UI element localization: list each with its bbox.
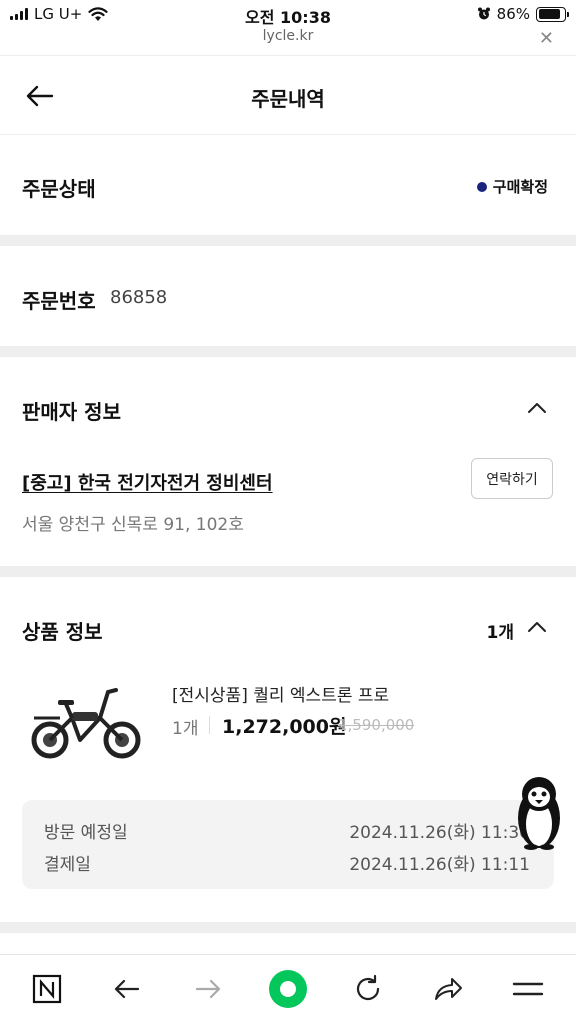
order-status-label: 주문상태 [22, 177, 96, 201]
product-price: 1,272,000원 [222, 716, 347, 738]
order-status-badge: 구매확정 [476, 176, 548, 197]
contact-button[interactable]: 연락하기 [471, 458, 553, 499]
order-number-value: 86858 [110, 287, 168, 308]
penguin-chat-icon[interactable] [514, 772, 564, 850]
payment-date-label: 결제일 [44, 855, 91, 875]
back-arrow-icon[interactable] [112, 974, 142, 1004]
green-dot-icon[interactable] [268, 969, 308, 1009]
product-count: 1개 [486, 623, 514, 643]
page-title: 주문내역 [251, 87, 325, 111]
share-button[interactable] [428, 969, 468, 1009]
product-name[interactable]: [전시상품] 퀄리 엑스트론 프로 [172, 681, 389, 706]
schedule-box: 방문 예정일 2024.11.26(화) 11:30 결제일 2024.11.2… [22, 800, 554, 889]
status-bar: LG U+ 오전 10:38 86% [0, 0, 576, 28]
product-original-price: 1,590,000 [338, 716, 415, 734]
url-bar[interactable]: lycle.kr ✕ [0, 28, 576, 52]
app-header: 주문내역 [0, 55, 576, 135]
forward-arrow-icon[interactable] [193, 974, 223, 1004]
section-divider [0, 922, 576, 933]
browser-toolbar [0, 954, 576, 1024]
refresh-button[interactable] [348, 969, 388, 1009]
product-section-title: 상품 정보 [22, 620, 103, 644]
back-button[interactable] [107, 969, 147, 1009]
battery-percent: 86% [496, 5, 530, 23]
chevron-up-icon[interactable] [526, 401, 548, 415]
status-right: 86% [477, 5, 569, 23]
section-divider [0, 235, 576, 246]
alarm-icon [477, 7, 490, 20]
refresh-icon[interactable] [353, 974, 383, 1004]
green-home-button[interactable] [268, 969, 308, 1009]
seller-name-link[interactable]: [중고] 한국 전기자전거 정비센터 [22, 469, 273, 495]
payment-date-value: 2024.11.26(화) 11:11 [349, 855, 530, 875]
menu-icon[interactable] [512, 974, 544, 1004]
seller-address: 서울 양천구 신목로 91, 102호 [22, 515, 244, 535]
product-qty: 1개 [172, 719, 199, 739]
visit-date-value: 2024.11.26(화) 11:30 [349, 823, 530, 843]
naver-n-button[interactable] [27, 969, 67, 1009]
section-divider [0, 566, 576, 577]
url-text[interactable]: lycle.kr [263, 28, 314, 44]
section-divider [0, 346, 576, 357]
chevron-up-icon[interactable] [526, 620, 548, 634]
electric-bike-image[interactable] [30, 682, 142, 762]
seller-section-title: 판매자 정보 [22, 400, 121, 424]
share-icon[interactable] [432, 974, 464, 1004]
close-icon[interactable]: ✕ [539, 28, 554, 49]
forward-button[interactable] [188, 969, 228, 1009]
price-separator [209, 716, 210, 734]
visit-date-label: 방문 예정일 [44, 823, 128, 843]
order-number-label: 주문번호 [22, 289, 96, 313]
naver-n-icon[interactable] [32, 974, 62, 1004]
battery-icon [536, 6, 569, 22]
order-status-value: 구매확정 [492, 178, 548, 196]
status-dot-icon [476, 181, 487, 192]
menu-button[interactable] [508, 969, 548, 1009]
